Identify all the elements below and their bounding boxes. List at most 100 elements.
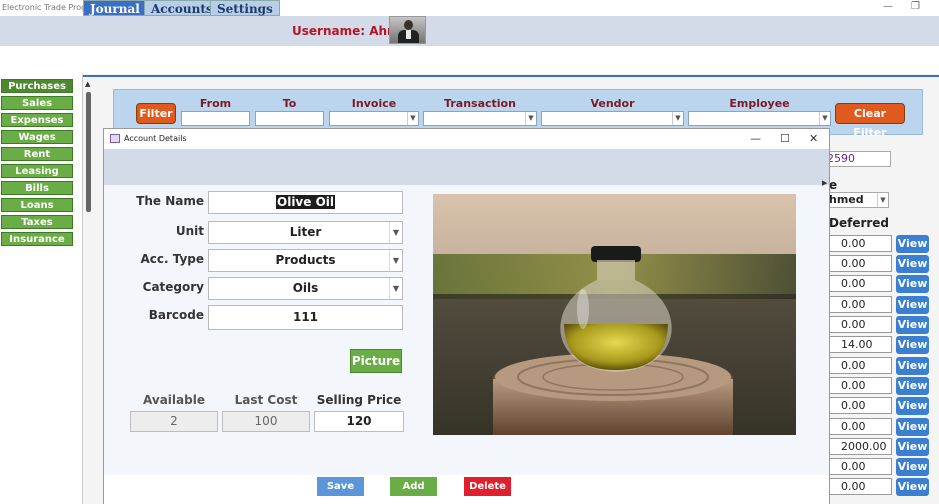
available-label: Available (143, 393, 205, 407)
to-label: To (282, 97, 297, 110)
deferred-value: 0.00 (828, 458, 892, 475)
table-row: 0.00 View (828, 397, 939, 415)
chevron-down-icon[interactable]: ▼ (819, 112, 830, 125)
maximize-icon[interactable]: ☐ (780, 132, 790, 145)
view-button[interactable]: View (896, 255, 929, 273)
restore-icon[interactable]: ❐ (911, 1, 920, 12)
sidebar: Purchases Sales Expenses Wages Rent Leas… (1, 79, 73, 249)
selling-price-input[interactable]: 120 (314, 411, 404, 432)
chevron-down-icon[interactable]: ▼ (407, 112, 418, 125)
dialog-title: Account Details (124, 134, 187, 143)
barcode-label: Barcode (148, 308, 204, 322)
sidebar-item-loans[interactable]: Loans (1, 198, 73, 212)
number-field[interactable]: 2590 (826, 151, 891, 167)
close-icon[interactable]: ✕ (809, 132, 818, 145)
table-row: 0.00 View (828, 458, 939, 476)
acc-type-label: Acc. Type (140, 252, 204, 266)
view-button[interactable]: View (896, 316, 929, 334)
tab-accounts[interactable]: Accounts (144, 0, 220, 16)
clear-filter-button[interactable]: Clear Filter (835, 103, 905, 139)
app-header (0, 16, 939, 46)
deferred-label: Deferred (829, 216, 890, 230)
view-button[interactable]: View (896, 357, 929, 375)
view-button[interactable]: View (896, 478, 929, 496)
unit-select[interactable]: Liter ▼ (208, 221, 403, 244)
table-row: 0.00 View (828, 275, 939, 293)
view-button[interactable]: View (896, 235, 929, 253)
category-value: Oils (292, 281, 319, 295)
chevron-down-icon[interactable]: ▼ (877, 193, 888, 207)
scroll-up-icon[interactable]: ▲ (85, 80, 90, 88)
olive-oil-bottle-image (433, 194, 796, 435)
chevron-down-icon[interactable]: ▼ (672, 112, 683, 125)
view-button[interactable]: View (896, 296, 929, 314)
sidebar-item-taxes[interactable]: Taxes (1, 215, 73, 229)
deferred-value: 0.00 (828, 296, 892, 313)
deferred-value: 0.00 (828, 478, 892, 495)
dialog-header-band (104, 149, 829, 185)
sidebar-item-bills[interactable]: Bills (1, 181, 73, 195)
view-button[interactable]: View (896, 397, 929, 415)
scrollbar-thumb[interactable] (86, 92, 91, 212)
minimize-icon[interactable]: — (883, 1, 893, 12)
sidebar-item-expenses[interactable]: Expenses (1, 113, 73, 127)
delete-button[interactable]: Delete (464, 477, 511, 496)
product-photo (433, 194, 796, 435)
form-icon (110, 134, 120, 143)
sidebar-item-purchases[interactable]: Purchases (1, 79, 73, 93)
sidebar-item-insurance[interactable]: Insurance (1, 232, 73, 246)
employee-field[interactable]: hmed ▼ (826, 192, 889, 208)
from-date-input[interactable] (181, 111, 250, 126)
picture-button[interactable]: Picture (350, 349, 402, 373)
table-row: 0.00 View (828, 316, 939, 334)
acc-type-value: Products (275, 253, 336, 267)
transaction-select[interactable]: ▼ (423, 111, 537, 126)
category-select[interactable]: Oils ▼ (208, 277, 403, 300)
view-button[interactable]: View (896, 458, 929, 476)
deferred-value: 0.00 (828, 357, 892, 374)
view-button[interactable]: View (896, 418, 929, 436)
deferred-value: 0.00 (828, 235, 892, 252)
chevron-down-icon[interactable]: ▼ (389, 222, 402, 243)
sidebar-item-rent[interactable]: Rent (1, 147, 73, 161)
employee-select[interactable]: ▼ (688, 111, 831, 126)
view-button[interactable]: View (896, 438, 929, 456)
scroll-right-icon[interactable]: ▶ (822, 179, 827, 187)
minimize-icon[interactable]: — (750, 132, 761, 145)
sidebar-item-leasing[interactable]: Leasing (1, 164, 73, 178)
view-button[interactable]: View (896, 275, 929, 293)
sidebar-item-wages[interactable]: Wages (1, 130, 73, 144)
table-row: 14.00 View (828, 336, 939, 354)
acc-type-select[interactable]: Products ▼ (208, 249, 403, 272)
view-button[interactable]: View (896, 377, 929, 395)
employee-label: Employee (729, 97, 790, 110)
filter-button[interactable]: Filter (136, 103, 176, 124)
avatar (389, 16, 426, 44)
deferred-value: 0.00 (828, 377, 892, 394)
to-date-input[interactable] (255, 111, 324, 126)
chevron-down-icon[interactable]: ▼ (389, 278, 402, 299)
deferred-value: 0.00 (828, 397, 892, 414)
table-row: 2000.00 View (828, 438, 939, 456)
save-button[interactable]: Save (317, 477, 364, 496)
dialog-scrollbar[interactable]: ▶ (821, 179, 830, 479)
deferred-value: 0.00 (828, 418, 892, 435)
chevron-down-icon[interactable]: ▼ (389, 250, 402, 271)
sidebar-item-sales[interactable]: Sales (1, 96, 73, 110)
unit-value: Liter (289, 225, 322, 239)
view-button[interactable]: View (896, 336, 929, 354)
deferred-value: 0.00 (828, 255, 892, 272)
field-label: e (829, 178, 838, 192)
last-cost-field: 100 (222, 411, 310, 432)
add-button[interactable]: Add (390, 477, 437, 496)
available-field: 2 (130, 411, 218, 432)
chevron-down-icon[interactable]: ▼ (525, 112, 536, 125)
invoice-number-select[interactable]: ▼ (329, 111, 419, 126)
tab-journal[interactable]: Journal (83, 0, 147, 16)
vendor-label: Vendor (590, 97, 635, 110)
vendor-select[interactable]: ▼ (541, 111, 684, 126)
name-input[interactable]: Olive Oil (208, 191, 403, 214)
tab-settings[interactable]: Settings (210, 0, 280, 16)
barcode-input[interactable]: 111 (208, 305, 403, 330)
main-scrollbar[interactable]: ▲ (85, 80, 92, 230)
